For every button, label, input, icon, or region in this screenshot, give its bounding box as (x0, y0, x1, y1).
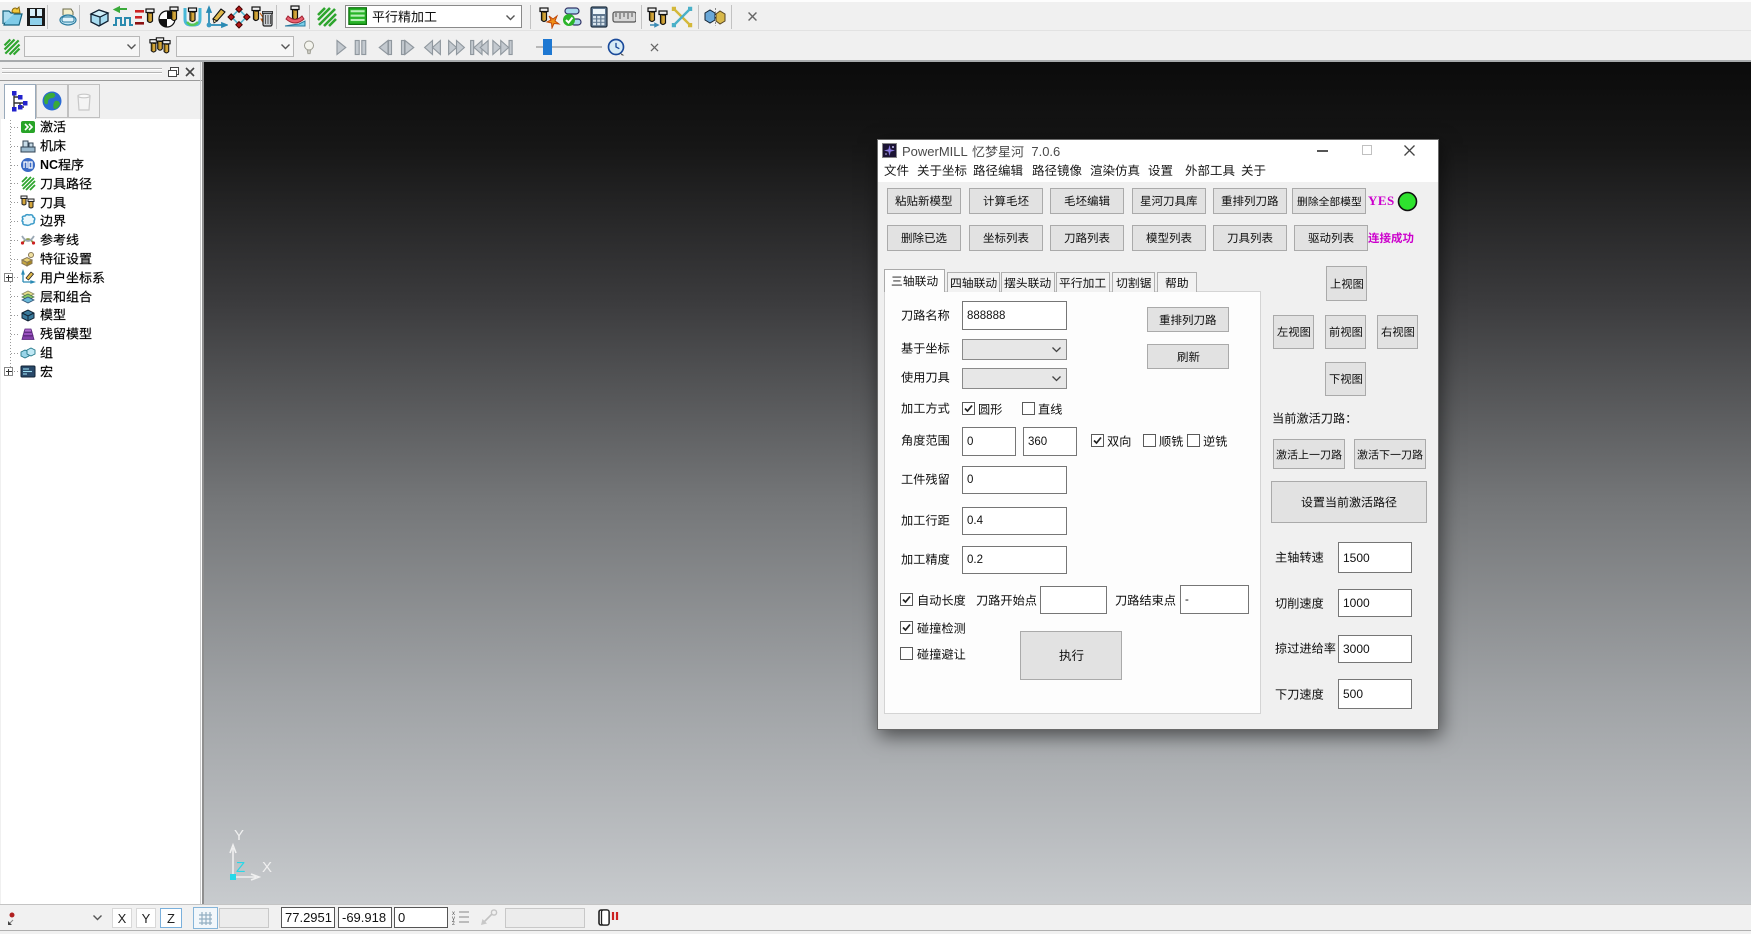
svg-text:z: z (452, 921, 455, 926)
svg-text:Z: Z (236, 859, 245, 876)
svg-text:X: X (262, 859, 272, 876)
svg-text:Y: Y (234, 827, 244, 844)
